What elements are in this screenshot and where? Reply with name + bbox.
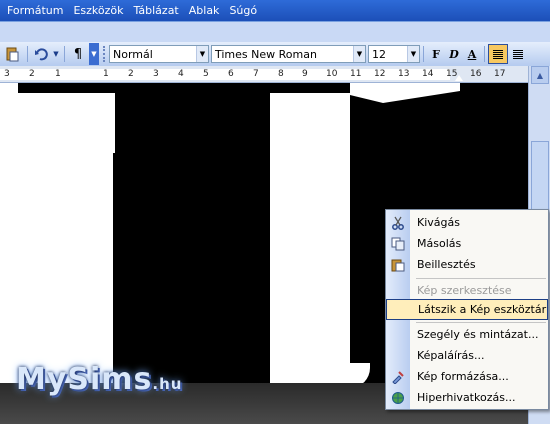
- context-item-label: Szegély és mintázat...: [417, 328, 539, 341]
- underline-button[interactable]: A: [463, 45, 481, 63]
- menu-bar: Formátum Eszközök Táblázat Ablak Súgó: [0, 0, 550, 21]
- context-item-label: Hiperhivatkozás...: [417, 391, 516, 404]
- ruler-number: 1: [55, 69, 61, 79]
- ruler-number: 1: [103, 69, 109, 79]
- image-white-region: [270, 93, 350, 383]
- context-item-paste[interactable]: Beillesztés: [386, 254, 548, 275]
- scroll-up-icon[interactable]: ▲: [531, 66, 549, 84]
- bold-button[interactable]: F: [427, 45, 445, 63]
- chevron-down-icon[interactable]: ▼: [407, 46, 419, 62]
- chevron-down-icon[interactable]: ▼: [353, 46, 365, 62]
- toolbar-area: ▼ ¶ ▼ Normál ▼ Times New Roman ▼ 12 ▼ F …: [0, 21, 550, 66]
- context-item-label: Beillesztés: [417, 258, 476, 271]
- context-item-edit-picture[interactable]: Kép szerkesztése: [386, 280, 548, 301]
- logo-suffix-text: .hu: [152, 375, 183, 393]
- chevron-down-icon[interactable]: ▼: [196, 46, 208, 62]
- style-combobox[interactable]: Normál ▼: [109, 45, 209, 63]
- toolbar-options-icon[interactable]: ▼: [89, 43, 99, 65]
- ruler-number: 7: [253, 69, 259, 79]
- font-size-combobox[interactable]: 12 ▼: [368, 45, 420, 63]
- paste-icon[interactable]: [1, 44, 23, 64]
- right-indent-marker[interactable]: [455, 75, 463, 81]
- image-white-region: [350, 83, 460, 103]
- paste-icon: [386, 254, 410, 275]
- align-left-button[interactable]: [488, 44, 508, 64]
- ruler-number: 14: [422, 69, 434, 79]
- toolbar-separator: [484, 46, 485, 62]
- undo-icon[interactable]: [32, 44, 50, 64]
- menu-table[interactable]: Táblázat: [129, 0, 184, 21]
- menu-window[interactable]: Ablak: [184, 0, 225, 21]
- context-item-format-picture[interactable]: Kép formázása...: [386, 366, 548, 387]
- ruler-number: 2: [29, 69, 35, 79]
- align-center-button[interactable]: [509, 44, 527, 64]
- menu-format[interactable]: Formátum: [2, 0, 68, 21]
- context-item-show-picture-toolbar[interactable]: Látszik a Kép eszköztár: [386, 299, 548, 320]
- context-item-caption[interactable]: Képaláírás...: [386, 345, 548, 366]
- context-item-borders-shading[interactable]: Szegély és mintázat...: [386, 324, 548, 345]
- context-item-hyperlink[interactable]: Hiperhivatkozás...: [386, 387, 548, 408]
- context-item-label: Látszik a Kép eszköztár: [418, 303, 547, 316]
- ruler-number: 5: [203, 69, 209, 79]
- context-item-label: Kép formázása...: [417, 370, 509, 383]
- ruler-number: 8: [278, 69, 284, 79]
- context-menu-separator: [416, 278, 546, 279]
- ruler-number: 11: [350, 69, 362, 79]
- italic-button[interactable]: D: [445, 45, 463, 63]
- ruler-number: 17: [494, 69, 506, 79]
- hyperlink-icon: [386, 387, 410, 408]
- logo-main-text: MySims: [16, 362, 153, 397]
- toolbar-separator: [27, 46, 28, 62]
- ruler-number: 6: [228, 69, 234, 79]
- context-menu-separator: [416, 322, 546, 323]
- pilcrow-icon[interactable]: ¶: [69, 44, 87, 64]
- ruler-number: 3: [4, 69, 10, 79]
- align-center-icon: [513, 49, 523, 59]
- context-item-label: Kivágás: [417, 216, 460, 229]
- image-white-region: [0, 83, 18, 383]
- style-value: Normál: [113, 47, 153, 61]
- font-size-value: 12: [372, 47, 386, 61]
- toolbar-separator: [64, 46, 65, 62]
- ruler-number: 13: [398, 69, 410, 79]
- menu-help[interactable]: Súgó: [224, 0, 262, 21]
- ruler-number: 10: [326, 69, 338, 79]
- format-picture-icon: [386, 366, 410, 387]
- menu-tools[interactable]: Eszközök: [68, 0, 128, 21]
- ruler-number: 16: [470, 69, 482, 79]
- image-white-region: [95, 93, 115, 153]
- ruler-number: 2: [128, 69, 134, 79]
- context-menu: Kivágás Másolás Beillesztés Kép szerkesz…: [385, 209, 549, 410]
- ruler-number: 3: [153, 69, 159, 79]
- copy-icon: [386, 233, 410, 254]
- toolbar-grip[interactable]: [103, 46, 106, 62]
- ruler-number: 9: [302, 69, 308, 79]
- font-combobox[interactable]: Times New Roman ▼: [211, 45, 366, 63]
- horizontal-ruler[interactable]: 3 2 1 1 2 3 4 5 6 7 8 9 10 11 12 13 14 1…: [0, 66, 528, 83]
- font-value: Times New Roman: [215, 47, 317, 61]
- align-left-icon: [493, 49, 503, 59]
- context-item-copy[interactable]: Másolás: [386, 233, 548, 254]
- undo-dropdown-icon[interactable]: ▼: [52, 44, 60, 64]
- ruler-number: 4: [178, 69, 184, 79]
- context-item-cut[interactable]: Kivágás: [386, 212, 548, 233]
- toolbar-separator: [423, 46, 424, 62]
- context-item-label: Másolás: [417, 237, 462, 250]
- formatting-toolbar: ▼ ¶ ▼ Normál ▼ Times New Roman ▼ 12 ▼ F …: [0, 42, 550, 66]
- context-item-label: Kép szerkesztése: [417, 284, 512, 297]
- context-item-label: Képaláírás...: [417, 349, 485, 362]
- ruler-number: 12: [374, 69, 386, 79]
- mysims-logo: MySims.hu: [16, 362, 182, 397]
- scissors-icon: [386, 212, 410, 233]
